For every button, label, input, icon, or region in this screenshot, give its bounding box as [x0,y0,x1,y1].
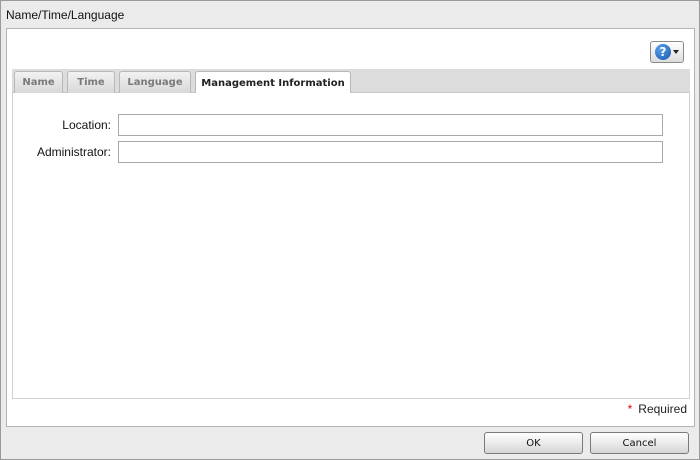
tab-time[interactable]: Time [67,71,115,93]
dialog-window: Name/Time/Language ? Name Time Language … [0,0,700,460]
location-label: Location: [62,118,111,132]
dialog-frame: ? Name Time Language Management Informat… [6,28,695,427]
tab-bar: Name Time Language Management Informatio… [12,69,690,94]
location-row: Location: [13,114,689,136]
required-star: * [627,402,633,416]
administrator-row: Administrator: [13,141,689,163]
help-button[interactable]: ? [650,41,684,63]
dialog-title: Name/Time/Language [6,8,125,22]
location-input[interactable] [118,114,663,136]
ok-button[interactable]: OK [484,432,583,454]
help-icon: ? [655,44,671,60]
tab-content-panel: Location: Administrator: [12,93,690,399]
administrator-input[interactable] [118,141,663,163]
tab-name[interactable]: Name [14,71,63,93]
cancel-button[interactable]: Cancel [590,432,689,454]
required-note: * Required [628,402,687,416]
required-text: Required [638,402,687,416]
tab-management-information[interactable]: Management Information [195,71,351,94]
chevron-down-icon [673,50,679,54]
tab-language[interactable]: Language [119,71,191,93]
administrator-label: Administrator: [36,145,111,159]
